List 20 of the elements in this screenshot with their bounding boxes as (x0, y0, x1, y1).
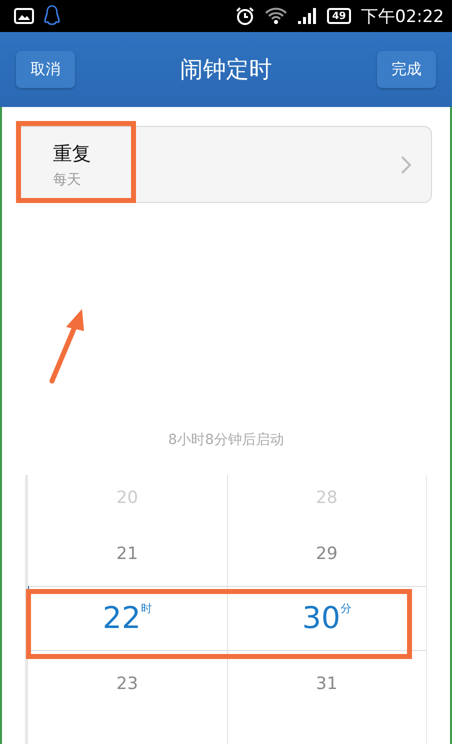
penguin-icon (44, 5, 60, 27)
battery-level: 49 (327, 8, 351, 24)
picker-value[interactable]: 31 (228, 651, 426, 716)
cancel-button[interactable]: 取消 (16, 51, 75, 88)
alarm-icon (235, 6, 256, 26)
selected-value[interactable]: 22$^{时}$ (28, 586, 226, 651)
repeat-value: 每天 (53, 170, 82, 188)
done-button[interactable]: 完成 (377, 51, 436, 88)
picture-icon (14, 8, 34, 24)
picker-value[interactable]: 23 (28, 651, 226, 716)
picker-value[interactable]: 29 (228, 521, 426, 586)
chevron-right-icon (401, 156, 411, 174)
picker-value[interactable]: 21 (28, 521, 226, 586)
signal-icon (297, 7, 318, 25)
wifi-icon (265, 7, 288, 25)
countdown-hint: 8小时8分钟后启动 (167, 431, 285, 450)
repeat-label: 重复 (53, 142, 92, 166)
clock-time: 下午02:22 (361, 6, 444, 28)
selected-value[interactable]: 30$^{分}$ (228, 586, 426, 651)
page-title: 闹钟定时 (180, 56, 272, 85)
